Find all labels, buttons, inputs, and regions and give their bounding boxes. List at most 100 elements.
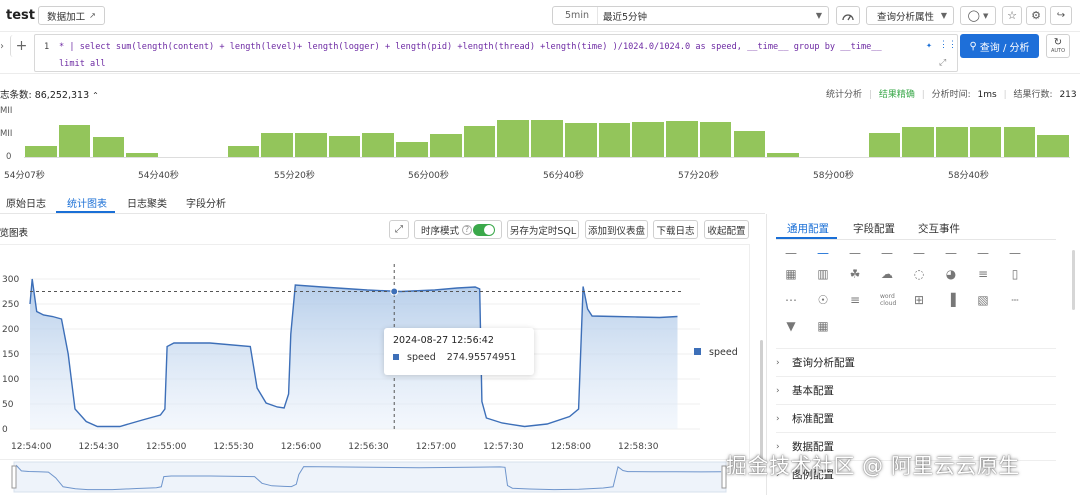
word-cloud-icon[interactable]: word cloud — [880, 293, 896, 307]
eraser-button[interactable]: ⤢ — [389, 220, 409, 239]
timeseries-toggle[interactable] — [473, 224, 495, 236]
topology-icon[interactable]: ⊞ — [912, 293, 926, 307]
status-rows: 213 — [1059, 90, 1077, 100]
gauge-chart-icon[interactable]: — — [976, 246, 990, 260]
config-scrollbar[interactable] — [1072, 250, 1075, 310]
histogram-bar[interactable] — [733, 131, 766, 157]
columns-icon[interactable]: ⋮⋮ — [939, 40, 957, 50]
grouped-bar-icon[interactable]: ┄ — [1008, 293, 1022, 307]
chart-scrollbar[interactable] — [760, 340, 763, 460]
auto-refresh-button[interactable]: ↻ AUTO — [1046, 34, 1070, 58]
download-logs-button[interactable]: 下载日志 — [653, 220, 698, 239]
gauge-button[interactable] — [836, 6, 860, 25]
histogram-bar[interactable] — [58, 125, 91, 157]
query-line-1[interactable]: * | select sum(length(content) + length(… — [59, 42, 919, 52]
tab-raw-logs[interactable]: 原始日志 — [6, 195, 46, 210]
histogram-bar[interactable] — [1037, 135, 1069, 157]
histogram-bar[interactable] — [902, 127, 934, 157]
histogram-bar[interactable] — [92, 137, 125, 157]
save-scheduled-sql-button[interactable]: 另存为定时SQL — [507, 220, 579, 239]
map-pin-icon[interactable]: ☉ — [816, 293, 830, 307]
histogram-bar[interactable] — [936, 127, 968, 157]
world-map-icon[interactable]: ☁ — [880, 267, 894, 281]
chart-legend[interactable]: speed — [694, 347, 738, 358]
histogram-bar[interactable] — [126, 153, 158, 157]
add-query-button[interactable]: + — [10, 35, 32, 57]
x-tick-label: 12:55:30 — [213, 442, 254, 452]
histogram-bar[interactable] — [666, 121, 698, 157]
line-chart-icon[interactable]: — — [784, 246, 798, 260]
histogram-bar[interactable] — [564, 123, 597, 157]
histogram-bar[interactable] — [396, 142, 428, 157]
add-to-dashboard-button[interactable]: 添加到仪表盘 — [585, 220, 648, 239]
tab-log-clustering[interactable]: 日志聚类 — [127, 195, 167, 210]
histogram-bar[interactable] — [531, 120, 563, 157]
calendar-icon[interactable]: ▥ — [816, 267, 830, 281]
query-line-2[interactable]: limit all — [59, 59, 106, 69]
section-standard-config[interactable]: › 标准配置 — [776, 404, 1056, 432]
histogram-bar[interactable] — [699, 122, 732, 157]
histogram-bar[interactable] — [294, 133, 327, 157]
search-icon: ⚲ — [969, 40, 977, 52]
sankey-icon[interactable]: ⋯ — [784, 293, 798, 307]
query-editor[interactable]: 1 * | select sum(length(content) + lengt… — [34, 34, 958, 72]
histogram-bar[interactable] — [598, 123, 631, 157]
brush-handle-left[interactable] — [11, 465, 17, 489]
flow-chart-icon[interactable]: ≡ — [976, 267, 990, 281]
favorite-button[interactable]: ☆ — [1002, 6, 1022, 25]
china-map-icon[interactable]: ☘ — [848, 267, 862, 281]
share-button[interactable]: ↪ — [1050, 6, 1072, 25]
histogram-bar[interactable] — [227, 146, 260, 157]
bar-chart-icon[interactable]: — — [848, 246, 862, 260]
histogram-bar[interactable] — [362, 133, 395, 157]
brush-background[interactable] — [13, 461, 727, 493]
tab-statistics[interactable]: 统计图表 — [67, 195, 107, 210]
area-chart-icon[interactable]: — — [816, 246, 830, 260]
expand-icon[interactable]: ⤢ — [939, 58, 946, 68]
tab-field-config[interactable]: 字段配置 — [853, 221, 895, 236]
cross-table-icon[interactable]: ▦ — [816, 319, 830, 333]
section-query-analysis-config[interactable]: › 查询分析配置 — [776, 348, 1056, 376]
column-chart-icon[interactable]: — — [880, 246, 894, 260]
histogram-bar[interactable] — [632, 122, 665, 157]
query-props-dropdown[interactable]: 查询分析属性 ▼ — [866, 6, 954, 25]
histogram-bar[interactable] — [1003, 127, 1036, 157]
log-count[interactable]: 志条数: 86,252,313 ⌃ — [0, 87, 99, 101]
time-range-picker[interactable]: 5min 最近5分钟 ▼ — [552, 6, 829, 25]
speed-chart[interactable]: 300 250 200 150 100 50 012:54:00 12:54:30 12:55:… — [0, 244, 760, 495]
tab-general-config[interactable]: 通用配置 — [787, 221, 829, 236]
collapse-config-button[interactable]: 收起配置 — [704, 220, 749, 239]
text-chart-icon[interactable]: ≡ — [848, 293, 862, 307]
hover-point[interactable] — [390, 287, 399, 296]
settings-button[interactable]: ⚙ — [1026, 6, 1046, 25]
heatmap-icon[interactable]: ▧ — [976, 293, 990, 307]
histogram-chart-icon[interactable]: — — [1008, 246, 1022, 260]
histogram-bar[interactable] — [328, 136, 361, 157]
data-process-button[interactable]: 数据加工 ↗ — [38, 6, 105, 25]
funnel-bars-icon[interactable]: ▐ — [944, 293, 958, 307]
histogram-bar[interactable] — [463, 126, 496, 157]
format-icon[interactable]: ✦ — [926, 40, 932, 51]
histogram-bar[interactable] — [868, 133, 901, 157]
histogram-bar[interactable] — [497, 120, 530, 157]
zoom-brush[interactable] — [11, 461, 727, 493]
geo-map-icon[interactable]: ◌ — [912, 267, 926, 281]
alert-button[interactable]: ◯ ▼ — [960, 6, 996, 25]
section-basic-config[interactable]: › 基本配置 — [776, 376, 1056, 404]
histogram-bar[interactable] — [767, 153, 799, 157]
histogram-bar[interactable] — [429, 134, 462, 157]
single-value-icon[interactable]: — — [944, 246, 958, 260]
funnel-icon[interactable]: ▼ — [784, 319, 798, 333]
table-icon[interactable]: ▦ — [784, 267, 798, 281]
pie-chart-icon[interactable]: — — [912, 246, 926, 260]
histogram-bar[interactable] — [261, 133, 293, 157]
run-query-button[interactable]: ⚲ 查询 / 分析 — [960, 34, 1039, 58]
candlestick-icon[interactable]: ▯ — [1008, 267, 1022, 281]
amap-icon[interactable]: ◕ — [944, 267, 958, 281]
collapse-button[interactable]: › — [0, 35, 8, 57]
tab-interaction-events[interactable]: 交互事件 — [918, 221, 960, 236]
tab-field-analysis[interactable]: 字段分析 — [186, 195, 226, 210]
histogram-bar[interactable] — [25, 146, 57, 157]
histogram-bar[interactable] — [969, 127, 1002, 157]
histogram-bars[interactable] — [24, 114, 1070, 158]
